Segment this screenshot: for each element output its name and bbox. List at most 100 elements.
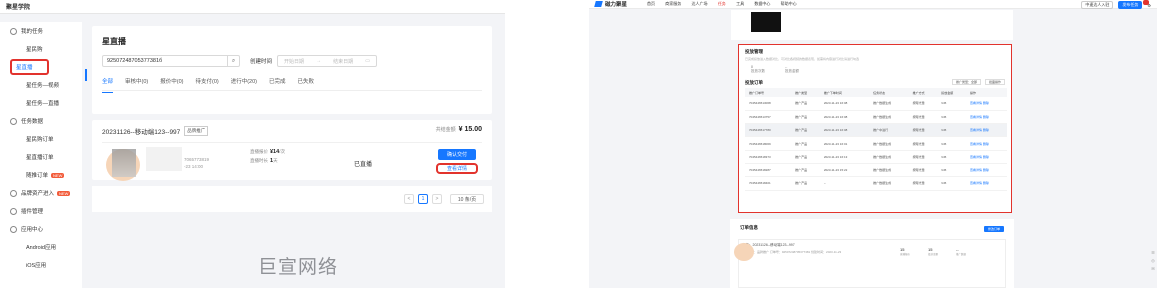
table-cell: 推广数据生成: [869, 163, 909, 178]
sidebar-item-xingmingou[interactable]: 星民购: [0, 40, 82, 58]
sidebar-group-tasks[interactable]: 我的任务: [0, 22, 82, 40]
sidebar-item-xingmingou-orders[interactable]: 星民购订单: [0, 130, 82, 148]
table-cell: 按曝光量: [908, 97, 938, 111]
table-cell: 7045446517780: [745, 123, 792, 138]
row-actions[interactable]: 查看详情 删除: [966, 176, 1007, 191]
order-header: 20231126--移动端123--997 品牌推广: [92, 120, 492, 142]
order-amount: 共结金额 ¥ 15.00: [436, 126, 482, 133]
table-body: 7045446513068 推广产品 2023-11-23 16:08 推广数据生成按…: [745, 97, 1007, 191]
plugin-icon: [10, 207, 17, 215]
table-cell: 推广产品: [791, 123, 820, 138]
tab-in-progress[interactable]: 进行中(20): [231, 77, 257, 90]
sidebar-group-plugins[interactable]: 插件管理: [0, 202, 82, 220]
sidebar-label: 星任务—直播: [26, 101, 60, 107]
table-cell: ¥45: [937, 163, 966, 178]
date-range-picker[interactable]: 开始日期 → 结束日期 ▭: [277, 55, 378, 67]
column-header: 推广类型: [791, 88, 820, 97]
nav-item[interactable]: 首页: [647, 1, 655, 6]
sidebar-group-brand[interactable]: 品牌资产进入 NEW: [0, 184, 82, 202]
row-actions[interactable]: 查看详情 删除: [966, 150, 1007, 164]
placement-card: 投放管理 已完成投放进入数据对比，可对比各视频的数据表现，如需将内容进行对比请进…: [738, 44, 1012, 213]
sidebar-item-xingzhibo[interactable]: 星直播: [0, 58, 82, 76]
nav-item[interactable]: 任务: [718, 1, 726, 6]
table-cell: 推广数据生成: [869, 136, 909, 151]
sidebar-item-ios[interactable]: iOS应用: [0, 256, 82, 274]
sidebar-item-xingzhibo-orders[interactable]: 星直播订单: [0, 148, 82, 166]
price-label: 直播报价: [250, 149, 268, 154]
main-content: 星直播 92507248705377381б ⌕ 创建时间 开始日期 → 结束日…: [92, 26, 492, 212]
sidebar-group-apps[interactable]: 应用中心: [0, 220, 82, 238]
search-icon[interactable]: ⌕: [227, 56, 239, 66]
tab-failed[interactable]: 已失败: [298, 77, 315, 90]
sidebar-item-android[interactable]: Android应用: [0, 238, 82, 256]
sidebar-item-task-live[interactable]: 星任务—直播: [0, 94, 82, 112]
sidebar-label: 星任务—视频: [26, 83, 60, 89]
tab-all[interactable]: 全部: [102, 77, 114, 93]
logo[interactable]: 磁力聚星: [594, 0, 627, 8]
support-icon[interactable]: ◎: [1151, 258, 1155, 263]
row-actions[interactable]: 查看详情 删除: [966, 136, 1007, 151]
right-app: 磁力聚星 首页 商家服务 达人广场 任务 工具 数据中心 帮助中心 中速达人入驻…: [589, 0, 1157, 288]
tab-quoting[interactable]: 报价中(0): [160, 77, 183, 90]
page-size-select[interactable]: 10 条/页: [450, 194, 484, 204]
table-cell: 2023-11-23 16:08: [819, 123, 870, 138]
batch-button[interactable]: 批量操作: [984, 79, 1005, 85]
order-title: 20231126--移动端123--997: [102, 129, 181, 136]
join-button[interactable]: 中速达人入驻: [1081, 1, 1114, 9]
row-actions[interactable]: 查看详情 删除: [966, 123, 1007, 138]
confirm-delivery-button[interactable]: 确认交付: [438, 149, 476, 160]
new-badge: NEW: [57, 190, 71, 196]
nav-item[interactable]: 数据中心: [754, 1, 770, 6]
page-title: 星直播: [102, 37, 126, 46]
column-header: 推广订单号: [745, 88, 792, 97]
table-cell: 推广数据生成: [869, 150, 909, 164]
menu-icon[interactable]: ☰: [1151, 250, 1155, 255]
blurred-image: [146, 147, 182, 171]
tab-pending-payment[interactable]: 待支付(0): [195, 77, 218, 90]
row-actions[interactable]: 查看详情 删除: [966, 163, 1007, 178]
column-header: 任务状态: [869, 88, 909, 97]
nav-item[interactable]: 帮助中心: [781, 1, 797, 6]
nav-item[interactable]: 商家服务: [665, 1, 681, 6]
search-input[interactable]: 92507248705377381б ⌕: [102, 55, 240, 67]
order-info-card: 订单信息 修改订单 任务：20231126--移动端123--997 推广类型：…: [730, 219, 1014, 288]
row-actions[interactable]: 查看详情 删除: [966, 97, 1007, 111]
row-actions[interactable]: 查看详情 删除: [966, 110, 1007, 125]
sidebar-item-task-video[interactable]: 星任务—视频: [0, 76, 82, 94]
sidebar: 我的任务 星民购 星直播 星任务—视频 星任务—直播 任务数据 星民购订单 星直…: [0, 22, 82, 288]
next-page-button[interactable]: >: [432, 194, 442, 204]
nav-item[interactable]: 达人广场: [692, 1, 708, 6]
date-start: 开始日期: [284, 58, 305, 65]
duration-label: 直播时长: [250, 158, 268, 163]
type-filter[interactable]: 推广类型：全部: [951, 79, 981, 85]
app-title: 聚星学院: [0, 0, 505, 14]
sidebar-item-suitui-orders[interactable]: 随推订单 NEW: [0, 166, 82, 184]
filter-panel: 星直播 92507248705377381б ⌕ 创建时间 开始日期 → 结束日…: [92, 26, 492, 114]
view-detail-button[interactable]: 查看详情: [436, 163, 478, 174]
edit-order-button[interactable]: 修改订单: [983, 226, 1004, 232]
prev-page-button[interactable]: <: [404, 194, 414, 204]
publish-button[interactable]: 发布任务: [1118, 1, 1143, 9]
table-cell: 推广数据生成: [869, 110, 909, 125]
table-row: 7045446518069 推广产品 2023-11-23 16:01 推广数据生成按…: [745, 136, 1007, 151]
nav-item[interactable]: 工具: [736, 1, 744, 6]
table-cell: 推广数据生成: [869, 176, 909, 191]
table-cell: 按曝光量: [908, 123, 938, 138]
sidebar-group-data[interactable]: 任务数据: [0, 112, 82, 130]
table-row: 7045446518401 推广产品 -- 推广数据生成 按曝光量 ¥45 查看详情 删除: [745, 176, 1007, 191]
sidebar-label: 星直播订单: [26, 155, 54, 161]
sidebar-label: 应用中心: [21, 227, 44, 233]
black-image: [751, 12, 781, 32]
card-title: 投放管理: [745, 49, 763, 54]
tab-reviewing[interactable]: 审核中(0): [125, 77, 148, 90]
table-cell: 7045446518069: [745, 136, 792, 151]
tab-completed[interactable]: 已完成: [269, 77, 286, 90]
table-cell: 推广数据生成: [869, 97, 909, 111]
brand-icon: [10, 189, 17, 197]
mail-icon[interactable]: ✉: [1151, 266, 1154, 271]
page-number[interactable]: 1: [418, 194, 428, 204]
table-cell: --: [819, 176, 870, 191]
subtitle-text: 投放订单: [745, 80, 763, 85]
blurred-image: [112, 149, 136, 177]
logo-icon: [594, 1, 603, 7]
